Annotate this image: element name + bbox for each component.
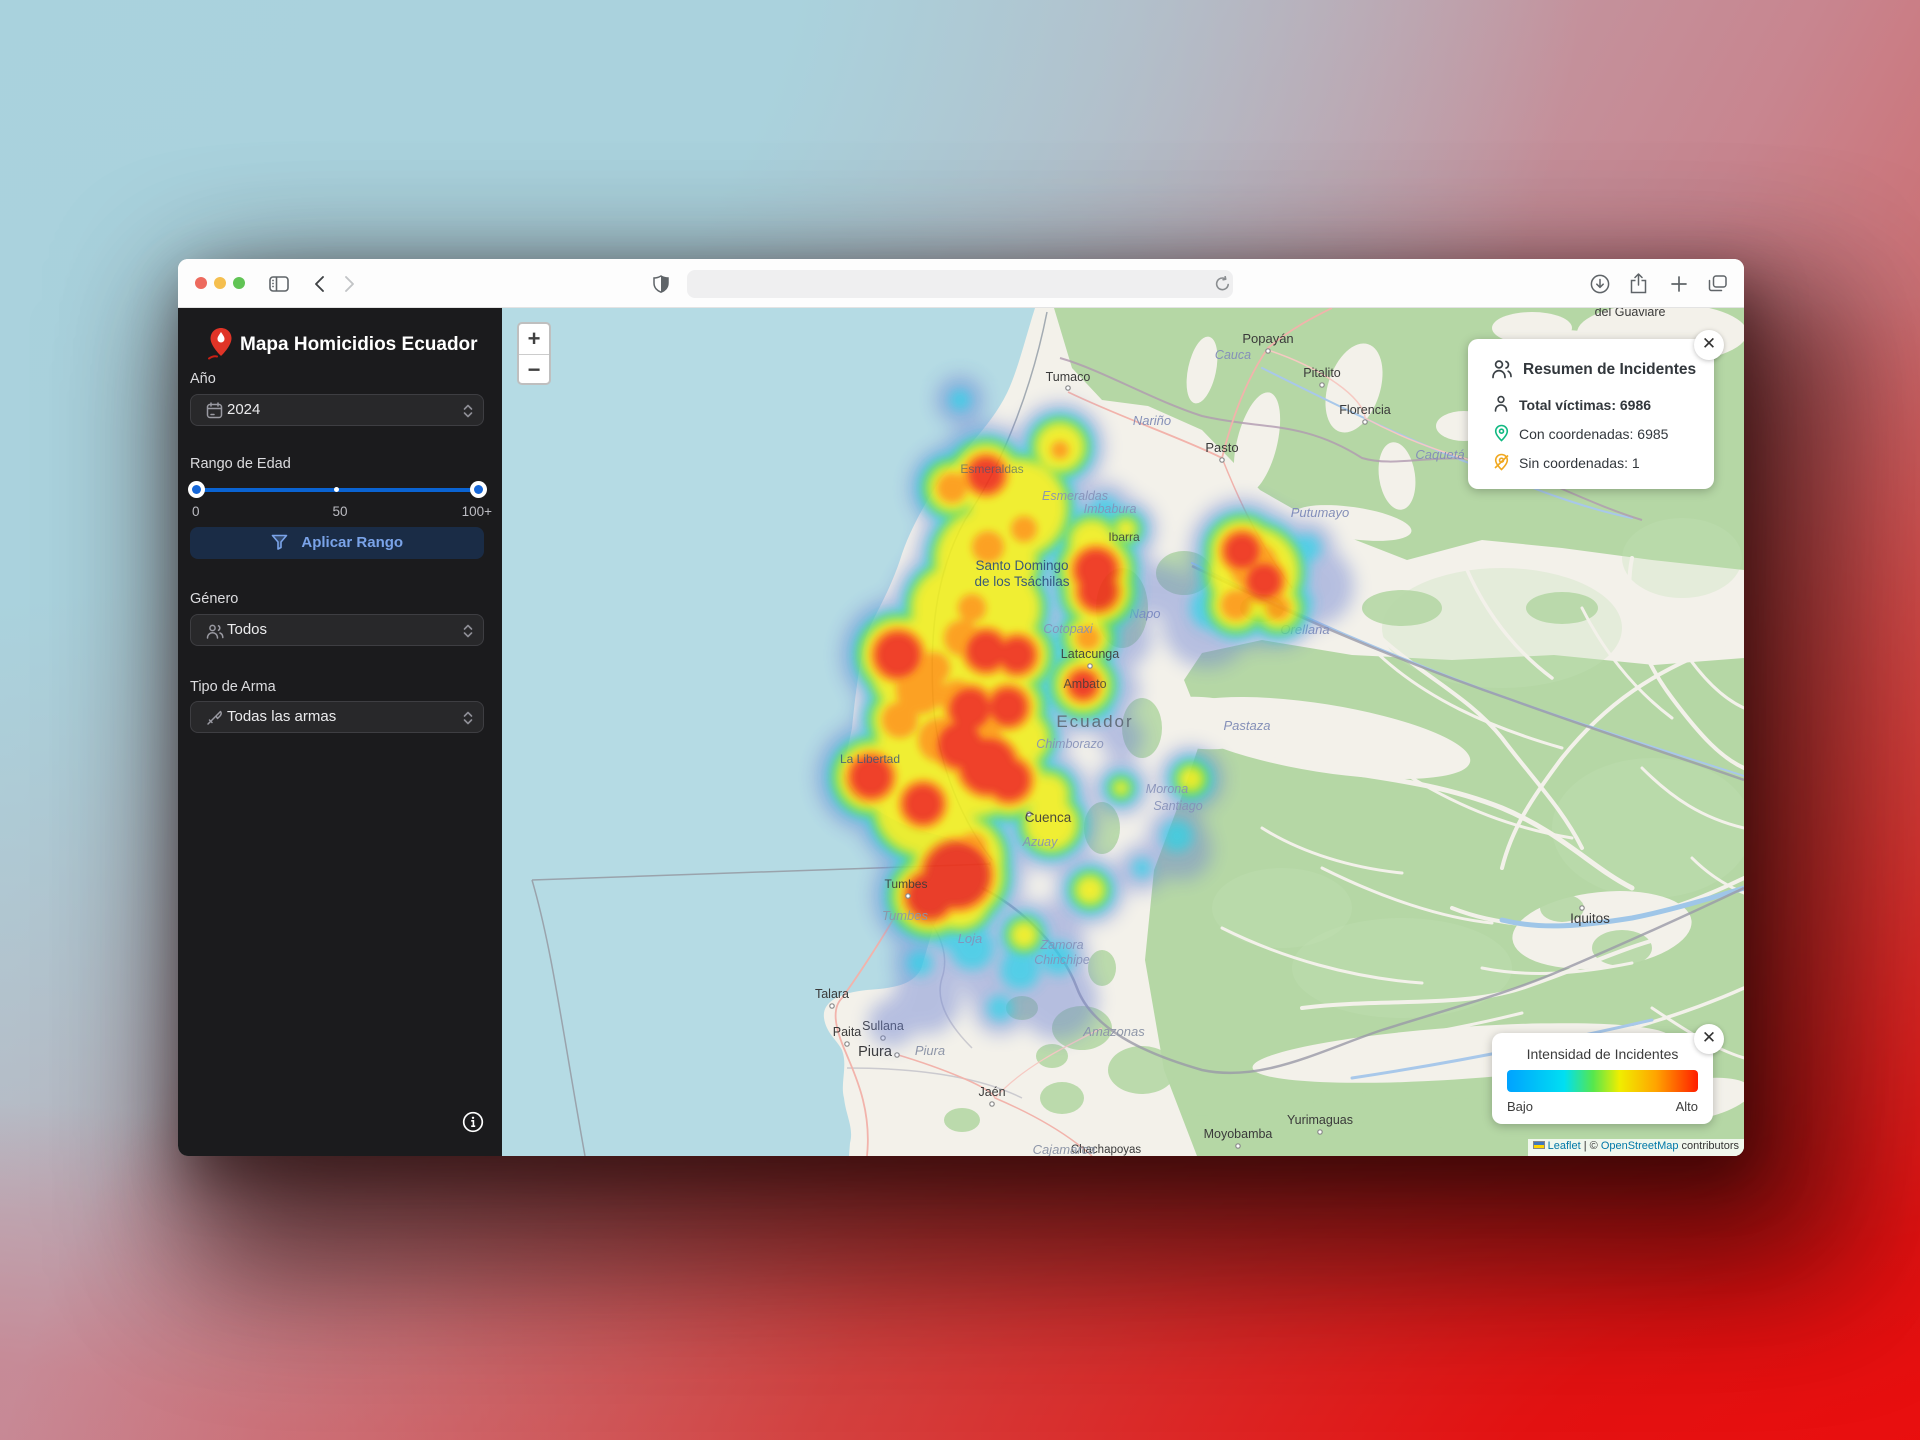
svg-text:del Guaviare: del Guaviare — [1595, 308, 1666, 319]
svg-text:Zamora: Zamora — [1039, 938, 1083, 952]
svg-text:Moyobamba: Moyobamba — [1204, 1127, 1273, 1141]
svg-text:Nariño: Nariño — [1133, 413, 1171, 428]
svg-text:Cauca: Cauca — [1215, 348, 1251, 362]
svg-text:Popayán: Popayán — [1242, 331, 1293, 346]
svg-text:La Libertad: La Libertad — [840, 752, 900, 766]
svg-text:Latacunga: Latacunga — [1061, 647, 1119, 661]
svg-text:Tumaco: Tumaco — [1046, 370, 1091, 384]
svg-text:Ecuador: Ecuador — [1056, 712, 1133, 731]
svg-text:Pastaza: Pastaza — [1224, 718, 1271, 733]
svg-text:Talara: Talara — [815, 987, 849, 1001]
svg-text:Florencia: Florencia — [1339, 403, 1390, 417]
svg-text:Yurimaguas: Yurimaguas — [1287, 1113, 1353, 1127]
svg-text:Amazonas: Amazonas — [1082, 1024, 1145, 1039]
svg-text:Esmeraldas: Esmeraldas — [1042, 489, 1108, 503]
svg-text:Caquetá: Caquetá — [1415, 447, 1464, 462]
svg-text:Esmeraldas: Esmeraldas — [960, 462, 1023, 476]
svg-text:Ambato: Ambato — [1063, 677, 1106, 691]
svg-text:Chinchipe: Chinchipe — [1034, 953, 1090, 967]
svg-text:Jaén: Jaén — [978, 1085, 1005, 1099]
svg-text:Tumbes: Tumbes — [885, 877, 928, 891]
svg-text:Morona: Morona — [1146, 782, 1188, 796]
svg-text:Chimborazo: Chimborazo — [1036, 737, 1103, 751]
svg-text:Piura: Piura — [915, 1043, 945, 1058]
svg-text:Cajamarca: Cajamarca — [1033, 1142, 1096, 1156]
svg-text:Tumbes: Tumbes — [882, 908, 928, 923]
svg-text:Iquitos: Iquitos — [1570, 911, 1610, 926]
svg-text:Imbabura: Imbabura — [1084, 502, 1137, 516]
svg-text:Azuay: Azuay — [1022, 835, 1058, 849]
svg-text:Cuenca: Cuenca — [1025, 810, 1072, 825]
svg-text:Santiago: Santiago — [1153, 799, 1202, 813]
svg-text:de los Tsáchilas: de los Tsáchilas — [974, 574, 1069, 589]
svg-text:Ibarra: Ibarra — [1108, 530, 1140, 544]
svg-text:Putumayo: Putumayo — [1291, 505, 1350, 520]
svg-text:Loja: Loja — [958, 931, 983, 946]
svg-text:Pasto: Pasto — [1205, 440, 1238, 455]
svg-text:Paita: Paita — [833, 1025, 862, 1039]
svg-text:Cotopaxi: Cotopaxi — [1043, 622, 1094, 636]
svg-text:Pitalito: Pitalito — [1303, 366, 1341, 380]
svg-text:Santo Domingo: Santo Domingo — [975, 558, 1068, 573]
